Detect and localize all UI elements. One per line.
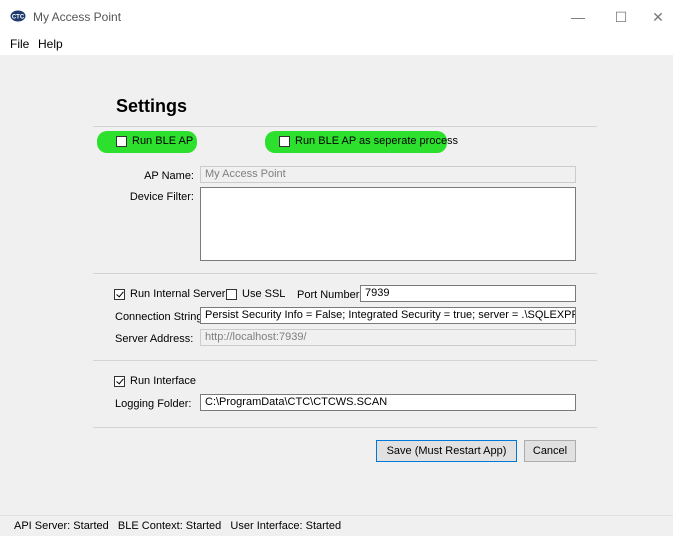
checkbox-box[interactable]: [114, 375, 125, 387]
checkbox-box[interactable]: [226, 288, 237, 300]
status-text: API Server: Started BLE Context: Started…: [14, 520, 342, 532]
settings-panel: Settings Run BLE AP Run BLE AP as sepera…: [0, 55, 673, 515]
divider: [93, 126, 597, 127]
ap-name-field[interactable]: My Access Point: [200, 166, 576, 183]
run-ble-ap-label: Run BLE AP: [132, 135, 194, 147]
connection-string-label: Connection String:: [115, 311, 206, 323]
minimize-button[interactable]: —: [563, 6, 593, 28]
port-number-label: Port Number:: [297, 289, 363, 301]
run-interface-label: Run Interface: [130, 375, 197, 387]
title-bar: CTC My Access Point — ☐ ✕: [0, 0, 673, 33]
run-ble-ap-checkbox[interactable]: Run BLE AP: [116, 135, 193, 147]
use-ssl-label: Use SSL: [242, 288, 286, 300]
device-filter-label: Device Filter:: [129, 191, 194, 203]
server-address-label: Server Address:: [115, 333, 194, 345]
menu-bar: File Help: [0, 33, 673, 55]
run-ble-separate-checkbox[interactable]: Run BLE AP as seperate process: [279, 135, 458, 147]
device-filter-field[interactable]: [200, 187, 576, 261]
close-button[interactable]: ✕: [643, 6, 673, 28]
menu-file[interactable]: File: [10, 37, 29, 51]
logging-folder-label: Logging Folder:: [115, 398, 192, 410]
maximize-button[interactable]: ☐: [606, 6, 636, 28]
ap-name-label: AP Name:: [144, 170, 194, 182]
page-title: Settings: [116, 96, 188, 116]
save-button[interactable]: Save (Must Restart App): [376, 440, 517, 462]
status-bar: API Server: Started BLE Context: Started…: [0, 515, 673, 536]
svg-text:CTC: CTC: [12, 15, 25, 21]
server-address-field[interactable]: http://localhost:7939/: [200, 329, 576, 346]
connection-string-field[interactable]: Persist Security Info = False; Integrate…: [200, 307, 576, 324]
divider: [93, 427, 597, 428]
checkbox-box[interactable]: [116, 135, 127, 147]
use-ssl-checkbox[interactable]: Use SSL: [226, 288, 285, 300]
checkbox-box[interactable]: [279, 135, 290, 147]
logging-folder-field[interactable]: C:\ProgramData\CTC\CTCWS.SCAN: [200, 394, 576, 411]
checkbox-box[interactable]: [114, 288, 125, 300]
port-number-field[interactable]: 7939: [360, 285, 576, 302]
cancel-button[interactable]: Cancel: [524, 440, 576, 462]
divider: [93, 360, 597, 361]
app-icon: CTC: [10, 10, 26, 22]
window-title: My Access Point: [33, 10, 122, 24]
run-ble-separate-label: Run BLE AP as seperate process: [295, 135, 459, 147]
run-interface-checkbox[interactable]: Run Interface: [114, 375, 196, 387]
menu-help[interactable]: Help: [38, 37, 63, 51]
run-internal-server-checkbox[interactable]: Run Internal Server: [114, 288, 225, 300]
divider: [93, 273, 597, 274]
run-internal-server-label: Run Internal Server: [130, 288, 226, 300]
